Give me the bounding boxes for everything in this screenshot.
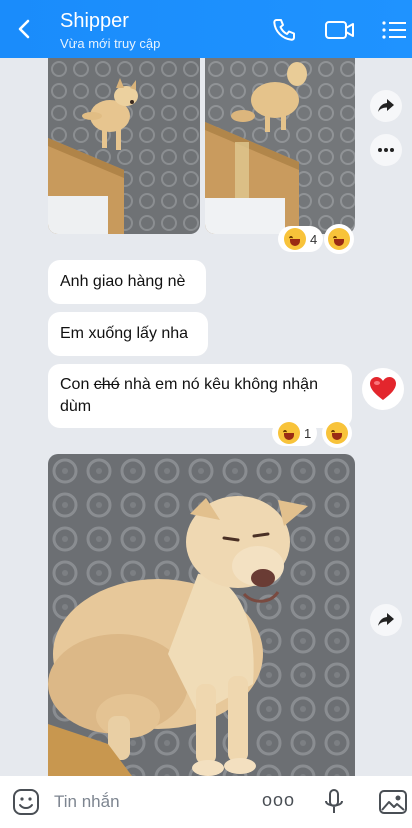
laughing-emoji-icon (328, 228, 350, 250)
message-bubble[interactable]: Em xuống lấy nha (48, 312, 208, 356)
dog-photo-2[interactable] (205, 58, 355, 234)
more-actions-button[interactable]: ooo (262, 790, 295, 811)
chat-header: Shipper Vừa mới truy cập (0, 0, 412, 58)
dog-closeup-image (48, 454, 355, 776)
laughing-emoji-icon (278, 422, 300, 444)
dog-photo-1[interactable] (48, 58, 200, 234)
message-text: Em xuống lấy nha (60, 325, 189, 342)
phone-call-icon[interactable] (270, 16, 298, 44)
message-text-strikethrough: chó (93, 376, 120, 393)
forward-button[interactable] (370, 90, 402, 122)
contact-name[interactable]: Shipper (60, 10, 129, 33)
microphone-icon[interactable] (320, 788, 348, 816)
sticker-icon[interactable] (12, 788, 40, 816)
laughing-emoji-icon (284, 228, 306, 250)
forward-button[interactable] (370, 604, 402, 636)
heart-icon (370, 377, 396, 400)
back-arrow-icon[interactable] (12, 16, 38, 42)
image-gallery-icon[interactable] (378, 788, 408, 816)
menu-list-icon[interactable] (380, 16, 408, 44)
message-input[interactable]: Tin nhắn (54, 792, 120, 812)
laughing-emoji-icon (326, 422, 348, 444)
message-reaction-count: 1 (304, 425, 312, 441)
photos-reaction-summary[interactable]: 4 (278, 226, 324, 252)
message-list[interactable]: 4 Anh giao hàng nè Em xuống lấy nha Con … (0, 58, 412, 776)
message-text-prefix: Con (60, 376, 94, 393)
contact-status: Vừa mới truy cập (60, 36, 161, 51)
photos-reaction-count: 4 (310, 231, 318, 247)
message-text: Anh giao hàng nè (60, 273, 186, 290)
message-bubble[interactable]: Con chó nhà em nó kêu không nhận dùm (48, 364, 352, 428)
forward-arrow-icon (378, 613, 394, 626)
message-bubble[interactable]: Anh giao hàng nè (48, 260, 206, 304)
message-reaction-summary[interactable]: 1 (272, 420, 318, 446)
message-composer: Tin nhắn ooo (0, 776, 412, 828)
dog-sitting-image (48, 58, 200, 234)
dog-photo-large[interactable] (48, 454, 355, 776)
react-button[interactable] (322, 418, 352, 448)
dog-side-image (205, 58, 355, 234)
react-button[interactable] (324, 224, 354, 254)
more-options-button[interactable] (370, 134, 402, 166)
more-dots-icon (378, 148, 394, 152)
video-call-icon[interactable] (324, 16, 356, 44)
forward-arrow-icon (378, 99, 394, 112)
heart-react-button[interactable] (362, 368, 404, 410)
